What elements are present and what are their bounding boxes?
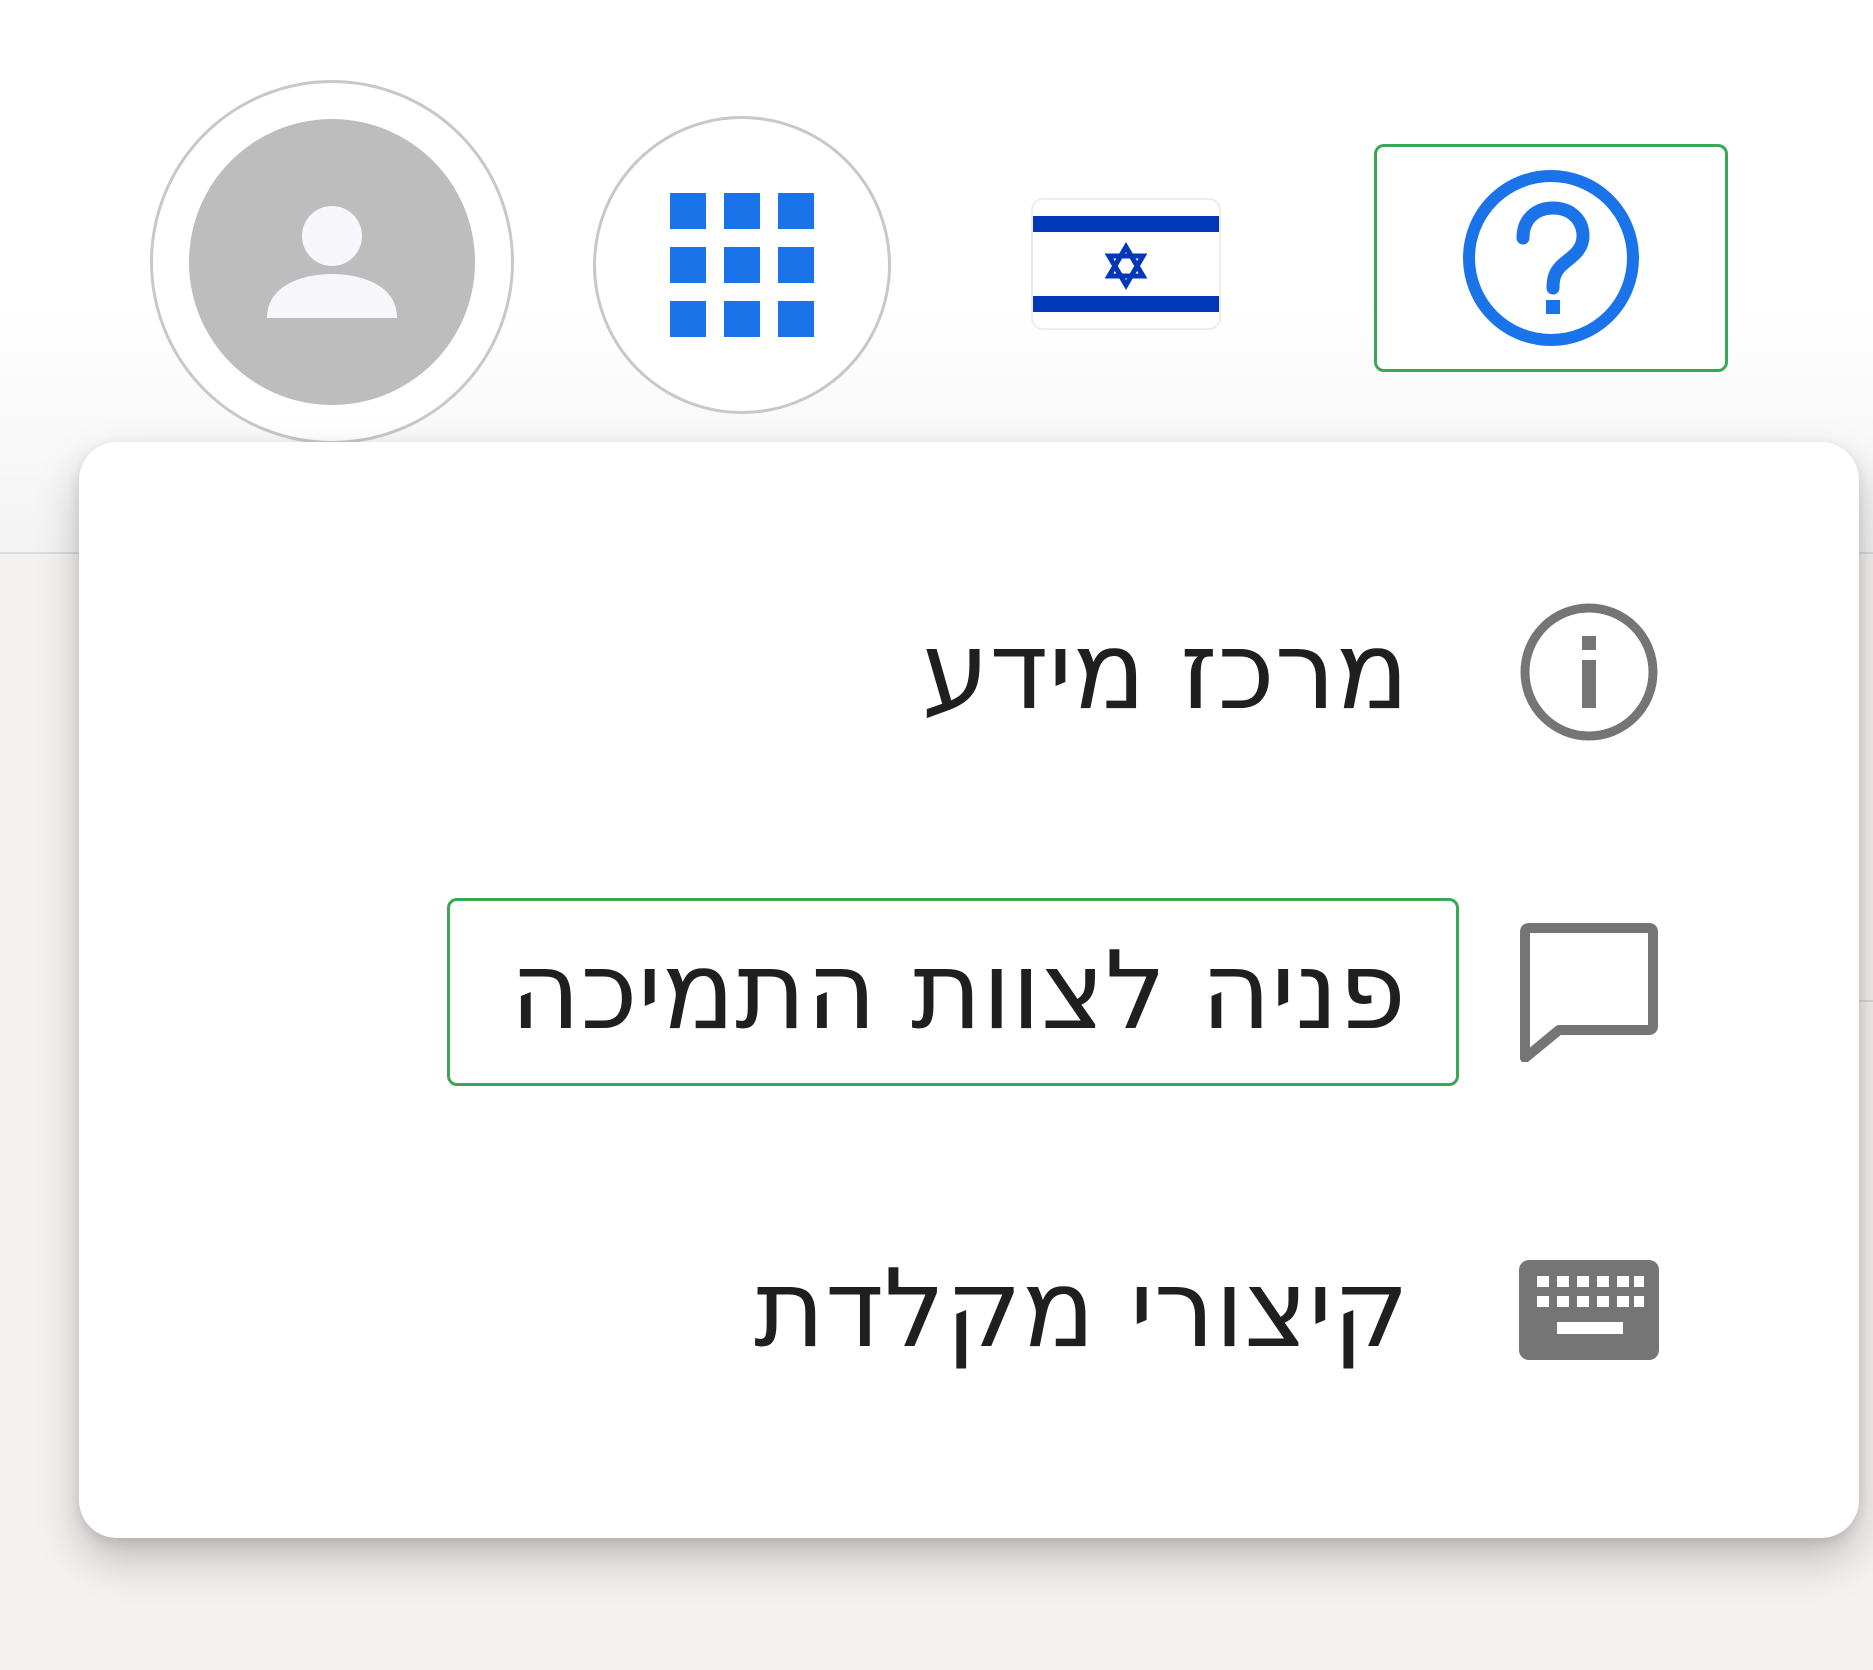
apps-button[interactable]	[593, 116, 891, 414]
avatar	[189, 119, 475, 405]
apps-grid-icon	[670, 193, 814, 337]
menu-item-label: קיצורי מקלדת	[753, 1247, 1409, 1372]
divider	[1859, 1000, 1873, 1002]
feedback-chat-icon	[1519, 922, 1659, 1062]
info-icon	[1519, 602, 1659, 742]
menu-item-keyboard-shortcuts[interactable]: קיצורי מקלדת	[79, 1180, 1859, 1440]
account-button[interactable]	[150, 80, 514, 444]
israel-flag-icon	[1033, 200, 1219, 328]
keyboard-icon	[1519, 1240, 1659, 1380]
account-circle-icon	[267, 206, 397, 318]
help-button[interactable]	[1374, 144, 1728, 372]
menu-item-label: מרכז מידע	[921, 609, 1409, 734]
help-circle-icon	[1463, 170, 1639, 346]
help-menu: מרכז מידע פניה לצוות התמיכה קיצורי מקלדת	[79, 442, 1859, 1538]
menu-item-help-center[interactable]: מרכז מידע	[79, 542, 1859, 802]
menu-item-label: פניה לצוות התמיכה	[446, 898, 1459, 1086]
language-button[interactable]	[1033, 200, 1219, 328]
menu-item-contact-support[interactable]: פניה לצוות התמיכה	[79, 862, 1859, 1122]
